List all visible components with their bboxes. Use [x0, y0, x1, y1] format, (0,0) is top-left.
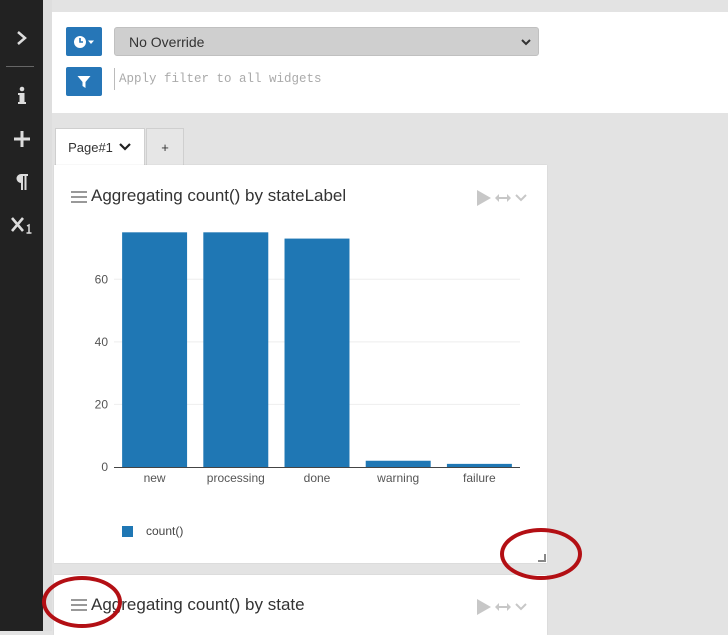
bar-new [122, 232, 188, 467]
time-override-select[interactable]: No Override [114, 27, 539, 56]
y-tick-label: 40 [95, 335, 109, 349]
filter-icon [77, 75, 91, 88]
clock-icon [74, 35, 94, 48]
x-tick-label: done [304, 471, 331, 485]
time-range-button[interactable] [66, 27, 102, 56]
y-tick-label: 20 [95, 397, 109, 411]
annotation-circle-resize [500, 528, 582, 580]
plus-icon [13, 131, 30, 147]
annotation-circle-drag [42, 576, 122, 628]
widget-count-by-state: Aggregating count() by state [54, 575, 547, 635]
expand-sidebar-button[interactable] [0, 22, 43, 54]
sidebar-divider [6, 66, 34, 67]
search-toolbar: No Override Apply filter to all widgets [52, 12, 728, 113]
global-filter-input[interactable]: Apply filter to all widgets [114, 68, 519, 90]
widget-title: Aggregating count() by state [91, 595, 305, 614]
x-tick-label: warning [376, 471, 419, 485]
info-button[interactable] [0, 80, 43, 112]
x-tick-label: failure [463, 471, 496, 485]
add-widget-button[interactable] [0, 123, 43, 155]
chevron-down-icon [521, 39, 531, 46]
legend-swatch [122, 526, 133, 537]
bar-done [284, 238, 350, 467]
chevron-right-icon [16, 31, 27, 45]
x-tick-label: new [144, 471, 166, 485]
time-override-value: No Override [129, 33, 205, 50]
chevron-down-icon [119, 143, 131, 151]
tab-label: Page#1 [68, 139, 113, 155]
info-icon [17, 86, 26, 104]
y-tick-label: 0 [101, 460, 108, 474]
filter-button[interactable] [66, 67, 102, 96]
bar-chart: 0 20 40 60 new processing done warning failure [95, 232, 520, 485]
bar-processing [203, 232, 269, 467]
pilcrow-icon [16, 174, 28, 190]
legend-label: count() [146, 524, 184, 538]
add-text-button[interactable] [0, 166, 43, 198]
sidebar-gutter [43, 0, 52, 631]
x-tick-label: processing [207, 471, 265, 485]
widget-count-by-statelabel: Aggregating count() by stateLabel 0 20 40 6… [54, 165, 547, 563]
add-page-label: + [161, 139, 169, 155]
add-parameter-button[interactable] [0, 209, 43, 241]
left-sidebar [0, 0, 43, 631]
play-icon[interactable] [476, 598, 492, 616]
tab-page-1[interactable]: Page#1 [55, 128, 145, 165]
y-tick-label: 60 [95, 272, 109, 286]
expand-horizontal-icon[interactable] [494, 601, 512, 613]
subscript-x-icon [10, 217, 31, 234]
bar-failure [446, 463, 512, 467]
chevron-down-icon[interactable] [514, 601, 528, 613]
bar-warning [365, 460, 431, 467]
add-page-tab[interactable]: + [146, 128, 184, 165]
